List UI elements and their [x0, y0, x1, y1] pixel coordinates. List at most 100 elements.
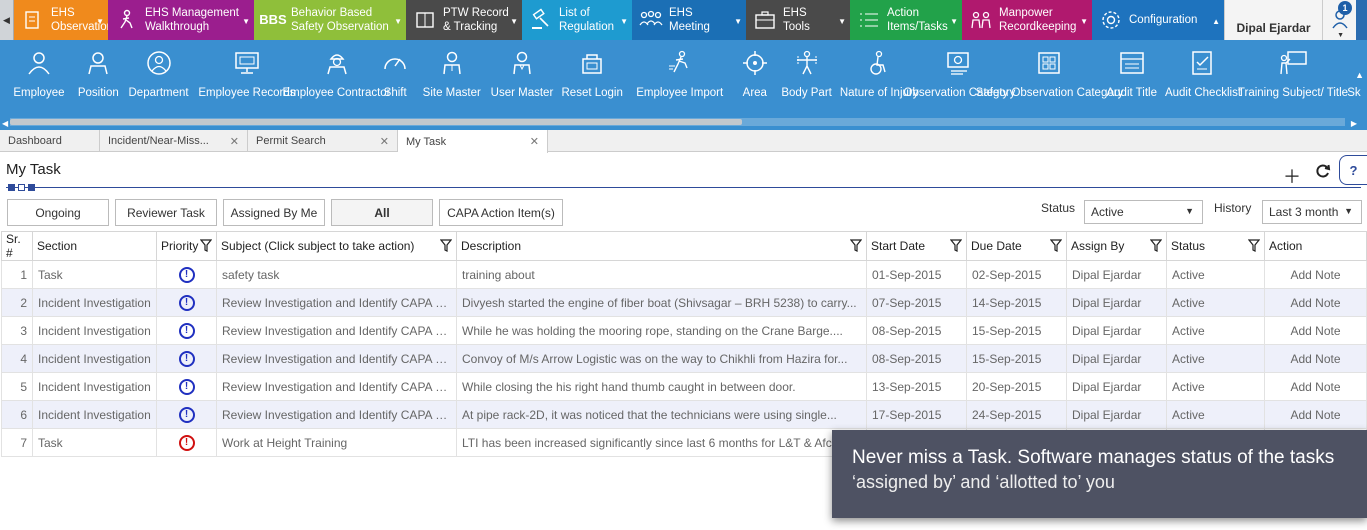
cell-priority: ! — [156, 372, 217, 401]
module-behavior-based-safety-observation[interactable]: BBS Behavior Based Safety Observation ▼ — [254, 0, 406, 40]
cell-status: Active — [1166, 372, 1265, 401]
notification-button[interactable]: 1 ▼ — [1322, 0, 1356, 40]
table-row: 6 Incident Investigation! Review Investiga… — [1, 400, 1367, 429]
module-label-line1: EHS — [783, 7, 807, 19]
close-icon[interactable]: ✕ — [380, 135, 389, 148]
scroll-left-arrow-icon[interactable]: ◀ — [2, 119, 8, 128]
observation-icon — [20, 7, 46, 33]
cell-assign-by: Dipal Ejardar — [1066, 288, 1167, 317]
column-header-due[interactable]: Due Date — [966, 231, 1067, 261]
scroll-right-arrow-icon[interactable]: ▶ — [1351, 119, 1357, 128]
module-configuration[interactable]: Configuration ▲ — [1092, 0, 1224, 40]
module-ehs-management-walkthrough[interactable]: EHS Management Walkthrough ▼ — [108, 0, 254, 40]
filter-capa-action-item-s-button[interactable]: CAPA Action Item(s) — [439, 199, 563, 226]
filter-reviewer-task-button[interactable]: Reviewer Task — [115, 199, 217, 226]
column-header-section[interactable]: Section — [32, 231, 157, 261]
master-audit-checklist[interactable]: Audit Checklist — [1161, 40, 1245, 101]
master-label: Employee Import — [636, 87, 724, 99]
column-header-assign[interactable]: Assign By — [1066, 231, 1167, 261]
chevron-down-icon: ▼ — [242, 17, 250, 26]
add-note-link[interactable]: Add Note — [1264, 260, 1367, 289]
user-icon — [24, 48, 54, 78]
module-action-items-tasks[interactable]: Action Items/Tasks ▼ — [850, 0, 962, 40]
module-ehs-meeting[interactable]: EHS Meeting ▼ — [632, 0, 746, 40]
column-header-start[interactable]: Start Date — [866, 231, 967, 261]
column-header-status[interactable]: Status — [1166, 231, 1265, 261]
close-icon[interactable]: ✕ — [230, 135, 239, 148]
tab-my-task[interactable]: My Task ✕ — [398, 130, 548, 153]
user-name[interactable]: Dipal Ejardar — [1224, 0, 1322, 40]
master-site-master[interactable]: Site Master — [417, 40, 487, 101]
master-area[interactable]: Area — [732, 40, 777, 101]
column-header-action[interactable]: Action — [1264, 231, 1367, 261]
master-body-part[interactable]: Body Part — [777, 40, 836, 101]
master-safety-observation-category[interactable]: Safety Observation Category — [976, 40, 1123, 101]
subject-link[interactable]: Review Investigation and Identify CAPA o… — [216, 288, 457, 317]
tab-incident-near-miss[interactable]: Incident/Near-Miss... ✕ — [100, 130, 248, 152]
subject-link[interactable]: Review Investigation and Identify CAPA o… — [216, 344, 457, 373]
scroll-right-icon[interactable]: ▲ — [1355, 70, 1364, 80]
filter-icon[interactable] — [849, 239, 863, 252]
add-note-link[interactable]: Add Note — [1264, 316, 1367, 345]
tab-permit-search[interactable]: Permit Search ✕ — [248, 130, 398, 152]
subject-link[interactable]: Review Investigation and Identify CAPA o… — [216, 316, 457, 345]
help-icon[interactable]: ? — [1339, 155, 1367, 185]
add-icon[interactable]: ＋ — [1283, 163, 1301, 189]
master-label: Body Part — [781, 87, 832, 99]
master-shift[interactable]: Shift — [374, 40, 417, 101]
master-department[interactable]: Department — [123, 40, 195, 101]
tab-dashboard[interactable]: Dashboard — [0, 130, 100, 152]
module-ehs-tools[interactable]: EHS Tools ▼ — [746, 0, 850, 40]
filter-ongoing-button[interactable]: Ongoing — [7, 199, 109, 226]
tab-label: Incident/Near-Miss... — [108, 135, 209, 147]
module-ptw-record-tracking[interactable]: PTW Record & Tracking ▼ — [406, 0, 522, 40]
cell-description: At pipe rack-2D, it was noticed that the… — [456, 400, 867, 429]
filter-assigned-by-me-button[interactable]: Assigned By Me — [223, 199, 325, 226]
cell-start-date: 01-Sep-2015 — [866, 260, 967, 289]
filter-all-button[interactable]: All — [331, 199, 433, 226]
filter-icon[interactable] — [1247, 239, 1261, 252]
subject-link[interactable]: Work at Height Training — [216, 428, 457, 457]
cell-sr: 3 — [1, 316, 33, 345]
master-user-master[interactable]: User Master — [487, 40, 558, 101]
table-row: 3 Incident Investigation! Review Investiga… — [1, 316, 1367, 345]
filter-icon[interactable] — [1149, 239, 1163, 252]
close-icon[interactable]: ✕ — [530, 135, 539, 148]
filter-icon[interactable] — [199, 239, 213, 252]
history-select[interactable]: Last 3 month ▼ — [1262, 200, 1362, 224]
column-header-sr[interactable]: Sr. # — [1, 231, 33, 261]
module-manpower-recordkeeping[interactable]: Manpower Recordkeeping ▼ — [962, 0, 1092, 40]
add-note-link[interactable]: Add Note — [1264, 344, 1367, 373]
filter-icon[interactable] — [1049, 239, 1063, 252]
column-header-description[interactable]: Description — [456, 231, 867, 261]
master-position[interactable]: Position — [74, 40, 123, 101]
filter-icon[interactable] — [439, 239, 453, 252]
module-list-of-regulation[interactable]: List of Regulation ▼ — [522, 0, 632, 40]
column-header-priority[interactable]: Priority — [156, 231, 217, 261]
add-note-link[interactable]: Add Note — [1264, 288, 1367, 317]
column-header-subject[interactable]: Subject (Click subject to take action) — [216, 231, 457, 261]
horizontal-scrollbar[interactable] — [10, 118, 1345, 126]
scrollbar-thumb[interactable] — [10, 119, 742, 125]
manpower-icon — [968, 7, 994, 33]
master-reset-login[interactable]: Reset Login — [557, 40, 627, 101]
subject-link[interactable]: safety task — [216, 260, 457, 289]
master-audit-title[interactable]: Audit Title — [1102, 40, 1161, 101]
subject-link[interactable]: Review Investigation and Identify CAPA o… — [216, 400, 457, 429]
pager-dots — [8, 184, 35, 191]
status-select[interactable]: Active ▼ — [1084, 200, 1203, 224]
master-employee[interactable]: Employee — [4, 40, 74, 101]
add-note-link[interactable]: Add Note — [1264, 372, 1367, 401]
module-ehs-observation[interactable]: EHS Observation ▼ — [14, 0, 113, 40]
module-label-line1: PTW Record — [443, 7, 509, 19]
master-training-subject-title[interactable]: Training Subject/ Title — [1238, 40, 1348, 101]
history-label: History — [1214, 201, 1252, 215]
add-note-link[interactable]: Add Note — [1264, 400, 1367, 429]
master-employee-import[interactable]: Employee Import — [627, 40, 732, 101]
filter-icon[interactable] — [949, 239, 963, 252]
refresh-icon[interactable] — [1315, 163, 1331, 189]
scroll-left-button[interactable]: ◀ — [0, 0, 14, 40]
cell-start-date: 17-Sep-2015 — [866, 400, 967, 429]
master-employee-contractor[interactable]: Employee Contractor — [282, 40, 391, 101]
subject-link[interactable]: Review Investigation and Identify CAPA o… — [216, 372, 457, 401]
